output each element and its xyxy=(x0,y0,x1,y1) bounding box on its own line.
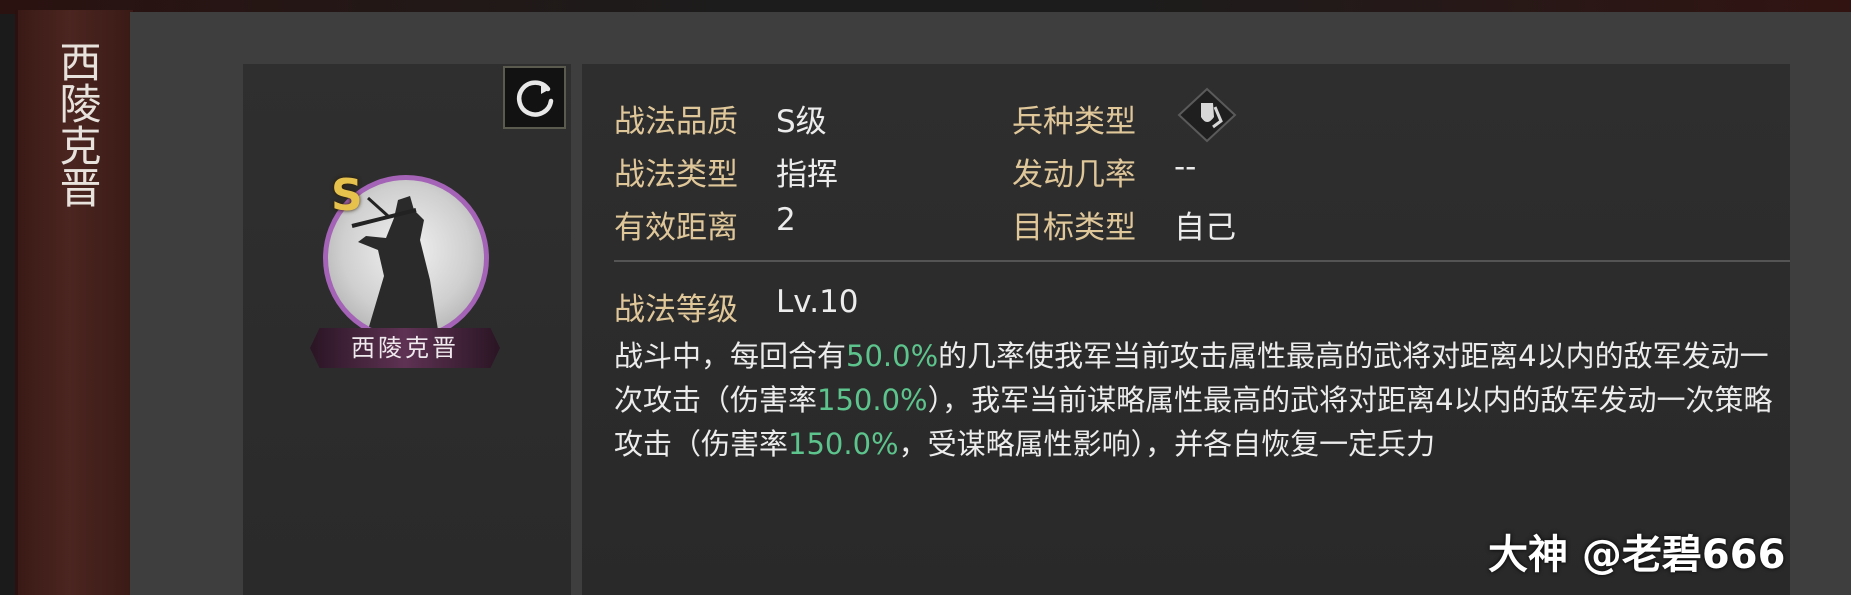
divider xyxy=(614,260,1790,262)
level-label: 战法等级 xyxy=(614,292,738,328)
tactic-type-label: 战法类型 xyxy=(614,157,738,193)
tactic-description: 战斗中，每回合有50.0%的几率使我军当前攻击属性最高的武将对距离4以内的敌军发… xyxy=(614,334,1794,466)
trigger-rate-label: 发动几率 xyxy=(1012,157,1136,193)
general-name-plate: 西陵克晋 xyxy=(310,328,500,368)
range-value: 2 xyxy=(776,202,796,238)
grade-badge: S xyxy=(331,170,363,221)
quality-value: S级 xyxy=(776,104,827,140)
tactic-type-value: 指挥 xyxy=(776,157,838,193)
desc-text-1: 战斗中，每回合有 xyxy=(614,339,847,373)
quality-label: 战法品质 xyxy=(614,104,738,140)
desc-highlight-rate: 50.0% xyxy=(846,339,939,373)
target-label: 目标类型 xyxy=(1012,210,1136,246)
unit-type-label: 兵种类型 xyxy=(1012,104,1136,140)
trigger-rate-value: -- xyxy=(1174,149,1197,185)
unit-type-icon xyxy=(1175,86,1239,144)
watermark: 大神 @老碧666 xyxy=(1488,532,1786,578)
desc-highlight-damage-1: 150.0% xyxy=(817,383,928,417)
target-value: 自己 xyxy=(1174,210,1236,246)
general-name-banner: 西陵克晋 xyxy=(15,10,135,595)
desc-highlight-damage-2: 150.0% xyxy=(788,427,899,461)
range-label: 有效距离 xyxy=(614,210,738,246)
refresh-icon xyxy=(516,79,553,117)
general-name-vertical: 西陵克晋 xyxy=(53,40,102,208)
desc-text-4: ，受谋略属性影响），并各自恢复一定兵力 xyxy=(898,427,1436,461)
refresh-button[interactable] xyxy=(503,66,566,129)
level-value: Lv.10 xyxy=(776,284,859,320)
